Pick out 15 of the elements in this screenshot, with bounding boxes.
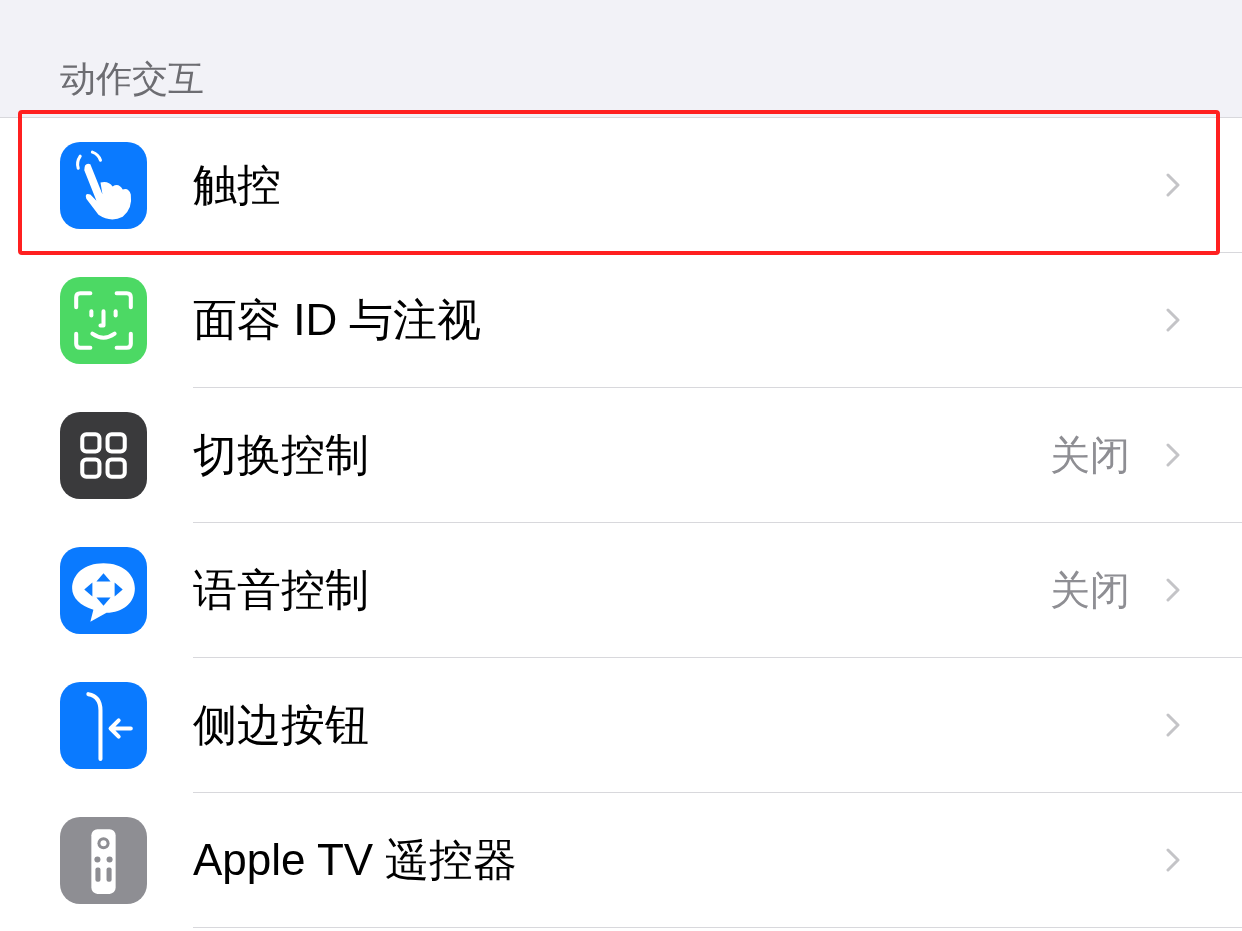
- chevron-icon: [1166, 712, 1180, 738]
- setting-label[interactable]: 面容 ID 与注视: [193, 287, 1166, 353]
- section-title: 动作交互: [60, 61, 204, 97]
- setting-label[interactable]: 触控: [193, 152, 1166, 218]
- setting-value: 关闭: [1050, 567, 1130, 614]
- setting-label[interactable]: Apple TV 遥控器: [193, 827, 1166, 893]
- chevron-icon: [1166, 172, 1180, 198]
- setting-value: 关闭: [1050, 432, 1130, 479]
- setting-label[interactable]: 语音控制: [193, 557, 1050, 623]
- chevron-icon: [1166, 307, 1180, 333]
- chevron-icon: [1166, 577, 1180, 603]
- setting-label[interactable]: 切换控制: [193, 422, 1050, 488]
- setting-label[interactable]: 侧边按钮: [193, 692, 1166, 758]
- chevron-icon: [1166, 442, 1180, 468]
- chevron-icon: [1166, 847, 1180, 873]
